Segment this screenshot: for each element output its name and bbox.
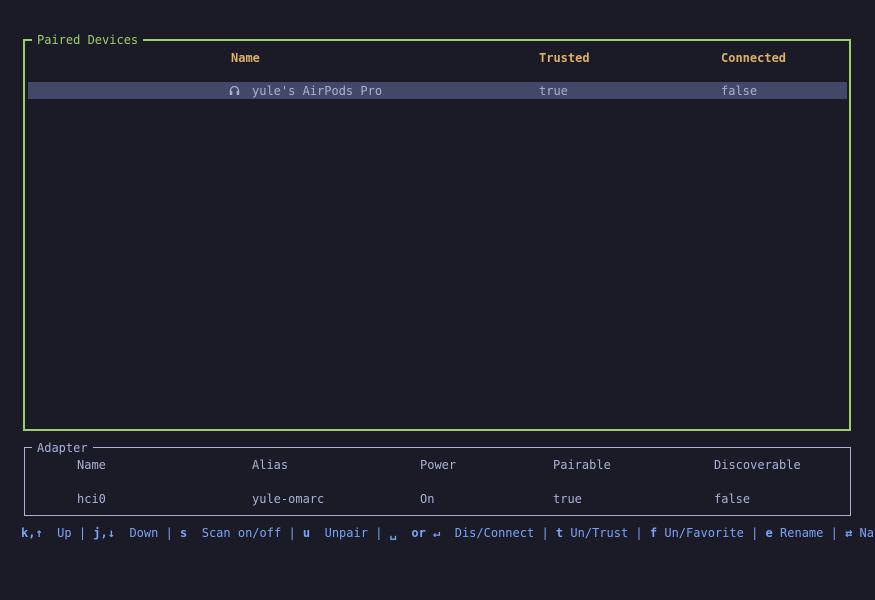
- device-trusted: true: [539, 84, 568, 98]
- adapter-power: On: [420, 492, 435, 506]
- adapter-discoverable: false: [714, 492, 751, 506]
- adapter-panel: Adapter Name Alias Power Pairable Discov…: [24, 440, 851, 516]
- hint-separator: |: [78, 526, 87, 540]
- hint-rename: Rename: [780, 526, 824, 540]
- adapter-pairable: true: [553, 492, 582, 506]
- hint-enter-key: ↵: [433, 526, 441, 540]
- hint-separator: |: [830, 526, 838, 540]
- adapter-header-name: Name: [77, 458, 106, 472]
- hint-separator: |: [288, 526, 296, 540]
- adapter-name[interactable]: hci0: [77, 491, 106, 507]
- hint-rename-key: e: [765, 526, 773, 540]
- hint-scan: Scan on/off: [201, 526, 282, 540]
- adapter-header-discoverable: Discoverable: [714, 458, 801, 472]
- hint-down: Down: [129, 526, 159, 540]
- adapter-alias: yule-omarc: [252, 492, 325, 506]
- hint-or: or: [411, 526, 426, 540]
- hint-up-key: k,↑: [21, 526, 43, 540]
- hint-nav: Nav: [859, 526, 875, 540]
- adapter-header-pairable: Pairable: [553, 458, 611, 472]
- column-header-connected: Connected: [721, 51, 787, 65]
- device-name: yule's AirPods Pro: [252, 84, 383, 98]
- column-header-name: Name: [231, 51, 260, 65]
- hint-space-key: ␣: [389, 526, 397, 540]
- column-header-trusted: Trusted: [539, 51, 590, 65]
- hint-separator: |: [541, 526, 549, 540]
- hint-separator: |: [375, 526, 383, 540]
- hint-separator: |: [635, 526, 643, 540]
- device-row-selected[interactable]: yule's AirPods Pro true false: [28, 82, 847, 99]
- hint-fav-key: f: [649, 526, 658, 540]
- adapter-header-alias: Alias: [252, 458, 289, 472]
- hint-trust: Un/Trust: [570, 526, 629, 540]
- hint-scan-key: s: [180, 526, 188, 540]
- hint-connect: Dis/Connect: [454, 526, 535, 540]
- paired-devices-title: Paired Devices: [32, 32, 144, 48]
- hint-separator: |: [165, 526, 173, 540]
- keybinding-hints: k,↑ Up | j,↓ Down | s Scan on/off | u Un…: [21, 524, 875, 542]
- headphones-icon: [229, 85, 240, 95]
- hint-nav-key: ⇄: [845, 526, 853, 540]
- hint-separator: |: [751, 526, 759, 540]
- adapter-title: Adapter: [32, 440, 93, 456]
- adapter-header-power: Power: [420, 458, 457, 472]
- hint-down-key: j,↓: [93, 526, 115, 540]
- hint-up: Up: [57, 526, 72, 540]
- paired-devices-panel: Paired Devices Name Trusted Connected yu…: [23, 32, 851, 431]
- hint-unpair-key: u: [302, 526, 311, 540]
- hint-unpair: Unpair: [324, 526, 368, 540]
- hint-trust-key: t: [555, 526, 564, 540]
- hint-fav: Un/Favorite: [664, 526, 744, 540]
- device-connected: false: [721, 84, 758, 98]
